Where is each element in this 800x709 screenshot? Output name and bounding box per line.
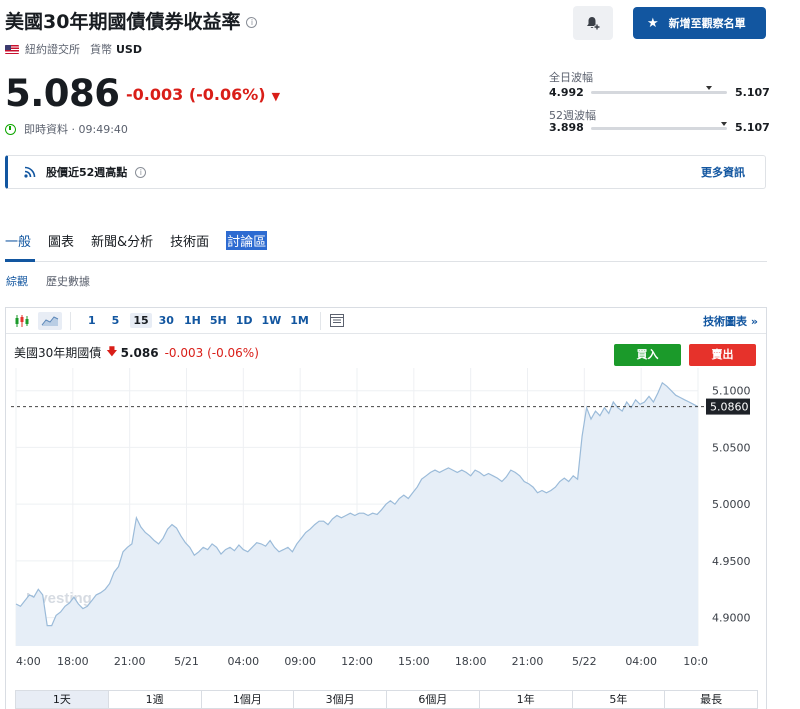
- period-selector: 1天 1週 1個月 3個月 6個月 1年 5年 最長: [15, 690, 758, 709]
- x-tick-label: 04:00: [227, 655, 259, 668]
- x-tick-label: 10:0: [683, 655, 708, 668]
- period-1d[interactable]: 1天: [16, 691, 109, 708]
- more-info-link[interactable]: 更多資訊: [701, 164, 745, 180]
- interval-1[interactable]: 1: [85, 313, 99, 328]
- x-tick-label: 21:00: [114, 655, 146, 668]
- subtab-historical-data[interactable]: 歷史數據: [46, 273, 90, 289]
- interval-1d[interactable]: 1D: [233, 313, 256, 328]
- subtab-overview[interactable]: 綜觀: [6, 273, 28, 289]
- interval-15[interactable]: 15: [130, 313, 152, 328]
- chart-legend: 美國30年期國債 🡇 5.086 -0.003 (-0.06%): [14, 343, 259, 362]
- x-tick-label: 18:00: [57, 655, 89, 668]
- day-range-high: 5.107: [735, 86, 770, 99]
- x-tick-label: 12:00: [341, 655, 373, 668]
- tab-news-analysis[interactable]: 新聞&分析: [91, 231, 153, 250]
- toolbar-separator: [319, 311, 321, 330]
- day-range-low: 4.992: [549, 86, 584, 99]
- currency-code: USD: [116, 43, 142, 56]
- sell-button[interactable]: 賣出: [689, 344, 756, 366]
- tab-chart[interactable]: 圖表: [48, 231, 74, 250]
- y-tick-label: 4.9500: [712, 555, 751, 568]
- x-tick-label: 5/21: [174, 655, 199, 668]
- x-tick-label: 04:00: [625, 655, 657, 668]
- period-1y[interactable]: 1年: [480, 691, 573, 708]
- price-change: -0.003 (-0.06%) ▼: [126, 85, 280, 104]
- legend-instrument-name: 美國30年期國債: [14, 346, 102, 360]
- tabs-divider: [5, 261, 767, 262]
- period-5y[interactable]: 5年: [573, 691, 666, 708]
- star-icon: ★: [647, 15, 659, 31]
- page-title: 美國30年期國債債券收益率 i: [5, 7, 258, 34]
- y-tick-label: 4.9000: [712, 612, 751, 625]
- interval-5h[interactable]: 5H: [207, 313, 230, 328]
- us-flag-icon: [5, 44, 19, 54]
- legend-price: 5.086: [120, 345, 159, 360]
- interval-30[interactable]: 30: [156, 313, 177, 328]
- tab-discussion[interactable]: 討論區: [226, 231, 268, 250]
- period-1w[interactable]: 1週: [109, 691, 202, 708]
- x-tick-label: 21:00: [512, 655, 544, 668]
- banner-info-icon[interactable]: i: [135, 166, 147, 178]
- currency-info: 貨幣 USD: [90, 43, 142, 56]
- price-area-chart[interactable]: Investing.com4.90004.95005.00005.05005.1…: [6, 368, 756, 670]
- chart-toolbar: 1 5 15 30 1H 5H 1D 1W 1M 技術圖表 »: [6, 308, 766, 334]
- last-price: 5.086: [5, 72, 120, 115]
- banner-text: 股價近52週高點: [46, 166, 128, 179]
- realtime-status: 即時資料 · 09:49:40: [5, 121, 128, 137]
- change-value: -0.003: [126, 85, 184, 104]
- main-tabs: 一般 圖表 新聞&分析 技術面 討論區: [5, 231, 284, 250]
- rss-icon: [24, 166, 36, 178]
- down-arrow-icon: 🡇: [106, 345, 118, 358]
- tab-general[interactable]: 一般: [5, 231, 31, 250]
- add-to-watchlist-button[interactable]: ★ 新增至觀察名單: [633, 7, 766, 39]
- day-range-bar: [591, 91, 727, 94]
- interval-5[interactable]: 5: [109, 313, 123, 328]
- period-1m[interactable]: 1個月: [202, 691, 295, 708]
- toolbar-separator: [70, 311, 71, 330]
- y-tick-label: 5.0000: [712, 498, 751, 511]
- legend-change: -0.003: [164, 345, 204, 360]
- x-tick-label: 15:00: [398, 655, 430, 668]
- period-3m[interactable]: 3個月: [294, 691, 387, 708]
- last-value-label: 5.0860: [710, 401, 749, 414]
- week52-range-bar: [591, 127, 727, 130]
- title-text: 美國30年期國債債券收益率: [5, 11, 241, 33]
- technical-chart-link[interactable]: 技術圖表 »: [703, 313, 758, 329]
- day-range-label: 全日波幅: [549, 71, 593, 84]
- candlestick-icon[interactable]: [12, 312, 32, 330]
- x-tick-label: 4:00: [16, 655, 41, 668]
- interval-1h[interactable]: 1H: [181, 313, 204, 328]
- y-tick-label: 5.0500: [712, 441, 751, 454]
- interval-1m[interactable]: 1M: [287, 313, 312, 328]
- indicator-panel-icon[interactable]: [327, 312, 347, 330]
- sub-tabs: 綜觀 歷史數據: [6, 273, 108, 289]
- info-icon[interactable]: i: [246, 17, 258, 28]
- down-triangle-icon: ▼: [271, 90, 281, 103]
- buy-button[interactable]: 買入: [614, 344, 681, 366]
- period-max[interactable]: 最長: [665, 691, 757, 708]
- status-text: 即時資料 · 09:49:40: [24, 123, 128, 136]
- legend-change-percent: (-0.06%): [207, 345, 259, 360]
- bell-plus-icon: [587, 17, 600, 30]
- x-tick-label: 09:00: [284, 655, 316, 668]
- x-tick-label: 18:00: [455, 655, 487, 668]
- week52-range-high: 5.107: [735, 121, 770, 134]
- clock-icon: [5, 123, 16, 135]
- day-range-marker: [706, 86, 713, 90]
- instrument-meta: 紐約證交所 貨幣 USD: [5, 41, 142, 57]
- tab-technical[interactable]: 技術面: [170, 231, 209, 250]
- period-6m[interactable]: 6個月: [387, 691, 480, 708]
- x-tick-label: 5/22: [572, 655, 597, 668]
- y-tick-label: 5.1000: [712, 385, 751, 398]
- week52-range-low: 3.898: [549, 121, 584, 134]
- active-tab-indicator: [5, 259, 35, 262]
- near-52w-high-banner: 股價近52週高點 i 更多資訊: [5, 155, 766, 189]
- area-chart-icon[interactable]: [38, 311, 62, 330]
- interval-1w[interactable]: 1W: [258, 313, 284, 328]
- exchange-name: 紐約證交所: [25, 43, 80, 56]
- create-alert-button[interactable]: [573, 6, 613, 40]
- week52-range-marker: [721, 122, 728, 126]
- watchlist-button-label: 新增至觀察名單: [668, 17, 746, 30]
- change-percent: (-0.06%): [188, 85, 266, 104]
